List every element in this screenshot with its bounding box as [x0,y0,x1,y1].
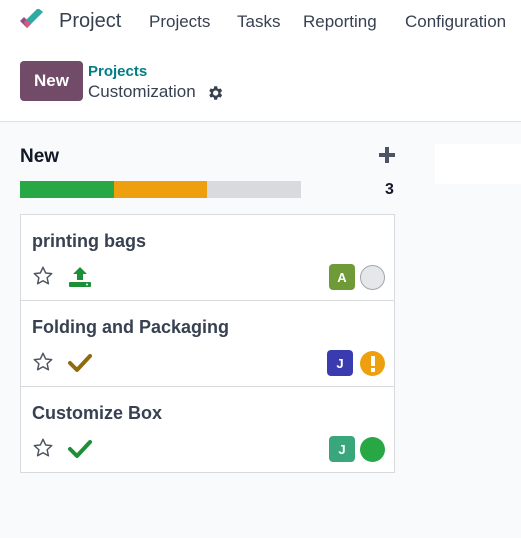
add-card-icon[interactable] [378,146,396,164]
nav-configuration[interactable]: Configuration [405,12,506,32]
new-button[interactable]: New [20,61,83,101]
breadcrumb-current: Customization [88,82,196,101]
progress-at-risk[interactable] [113,181,208,198]
task-card[interactable]: Folding and Packaging J [21,301,394,387]
control-panel: New Projects Customization [0,44,521,122]
column-title[interactable]: New [20,146,59,168]
top-navbar: Project Projects Tasks Reporting Configu… [0,0,521,44]
avatar[interactable]: J [327,350,353,376]
nav-reporting[interactable]: Reporting [303,12,377,32]
normal-state-icon[interactable] [360,265,385,290]
column-progress-bar[interactable] [20,181,301,198]
star-icon[interactable] [32,351,54,373]
done-state-icon[interactable] [360,437,385,462]
breadcrumb-projects[interactable]: Projects [88,63,147,80]
task-card[interactable]: Customize Box J [21,387,394,472]
avatar[interactable]: A [329,264,355,290]
star-icon[interactable] [32,437,54,459]
avatar[interactable]: J [329,436,355,462]
check-icon[interactable] [68,352,92,374]
progress-on-track[interactable] [20,181,114,198]
kanban-cards: printing bags A Folding and Packaging J … [20,214,395,473]
blocked-state-icon[interactable] [360,351,385,376]
add-column-placeholder[interactable] [435,144,521,184]
column-count: 3 [385,181,394,198]
nav-tasks[interactable]: Tasks [237,12,280,32]
gear-icon[interactable] [206,84,224,102]
nav-projects[interactable]: Projects [149,12,210,32]
task-card[interactable]: printing bags A [21,215,394,301]
task-title: printing bags [32,231,146,251]
upload-icon[interactable] [68,266,92,288]
star-icon[interactable] [32,265,54,287]
project-app-logo-icon[interactable] [18,9,46,33]
app-name[interactable]: Project [59,10,121,33]
check-icon[interactable] [68,438,92,460]
task-title: Customize Box [32,403,163,423]
task-title: Folding and Packaging [32,317,230,337]
